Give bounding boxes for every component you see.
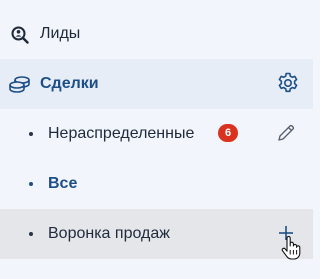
nav-subitem-sales-funnel-label: Воронка продаж: [48, 225, 170, 242]
bullet: [29, 132, 33, 136]
nav-item-deals[interactable]: Сделки: [0, 59, 313, 109]
bullet: [29, 232, 33, 236]
nav-subitem-all-label: Все: [48, 175, 78, 192]
nav-item-deals-label: Сделки: [40, 75, 99, 92]
count-badge: 6: [218, 124, 238, 142]
nav-subitem-unassigned[interactable]: Нераспределенные 6: [0, 109, 313, 159]
pencil-icon[interactable]: [276, 123, 296, 143]
search-person-icon: [11, 26, 29, 44]
nav-subitem-unassigned-label: Нераспределенные: [48, 125, 195, 142]
nav-item-leads[interactable]: Лиды: [0, 9, 313, 59]
nav-subitem-sales-funnel[interactable]: Воронка продаж: [0, 209, 313, 260]
nav-subitem-all[interactable]: Все: [0, 159, 313, 209]
gear-icon[interactable]: [276, 71, 300, 95]
bullet: [29, 182, 33, 186]
hand-cursor-icon: [281, 236, 301, 260]
nav-item-leads-label: Лиды: [40, 25, 81, 42]
coins-icon: [9, 76, 30, 93]
